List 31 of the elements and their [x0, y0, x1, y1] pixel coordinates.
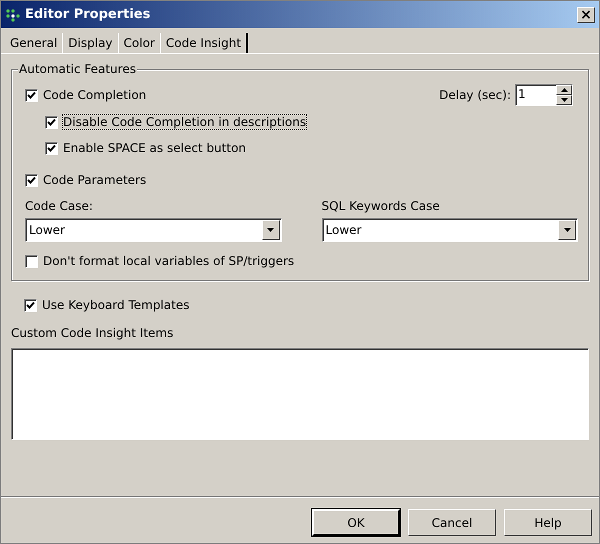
up-arrow-icon: [560, 88, 568, 92]
caret-icon: [564, 228, 570, 232]
close-button[interactable]: ×: [577, 6, 595, 22]
checkbox-label: Disable Code Completion in descriptions: [63, 115, 306, 129]
dialog-button[interactable]: OK: [312, 509, 400, 536]
delay-label: Delay (sec):: [439, 88, 511, 102]
dropdown[interactable]: Lower: [25, 218, 282, 242]
checkbox[interactable]: [25, 174, 38, 186]
checkbox[interactable]: [45, 142, 58, 154]
dropdown[interactable]: Lower: [322, 218, 578, 242]
checkbox-label: Enable SPACE as select button: [63, 141, 246, 155]
checkbox-label: Code Parameters: [43, 173, 146, 187]
dialog-button[interactable]: Help: [504, 509, 592, 536]
checkbox[interactable]: [45, 116, 58, 128]
group-title: Automatic Features: [18, 62, 137, 76]
list-box[interactable]: [11, 348, 589, 440]
caret-icon: [267, 228, 274, 232]
checkbox[interactable]: [25, 254, 38, 268]
checkbox[interactable]: [25, 88, 38, 102]
window-title: Editor Properties: [25, 7, 152, 22]
field-label: Code Case:: [25, 199, 94, 213]
list-label: Custom Code Insight Items: [11, 326, 174, 340]
field-label: SQL Keywords Case: [322, 199, 441, 213]
checkbox-label: Don't format local variables of SP/triggers: [43, 254, 294, 268]
checkbox-label: Code Completion: [43, 88, 146, 102]
dialog-button[interactable]: Cancel: [408, 509, 496, 536]
checkbox-label: Use Keyboard Templates: [42, 298, 190, 312]
down-arrow-icon: [560, 98, 568, 102]
spin-field[interactable]: 1: [515, 84, 573, 106]
checkbox[interactable]: [24, 298, 37, 312]
dots-icon: [5, 8, 21, 22]
